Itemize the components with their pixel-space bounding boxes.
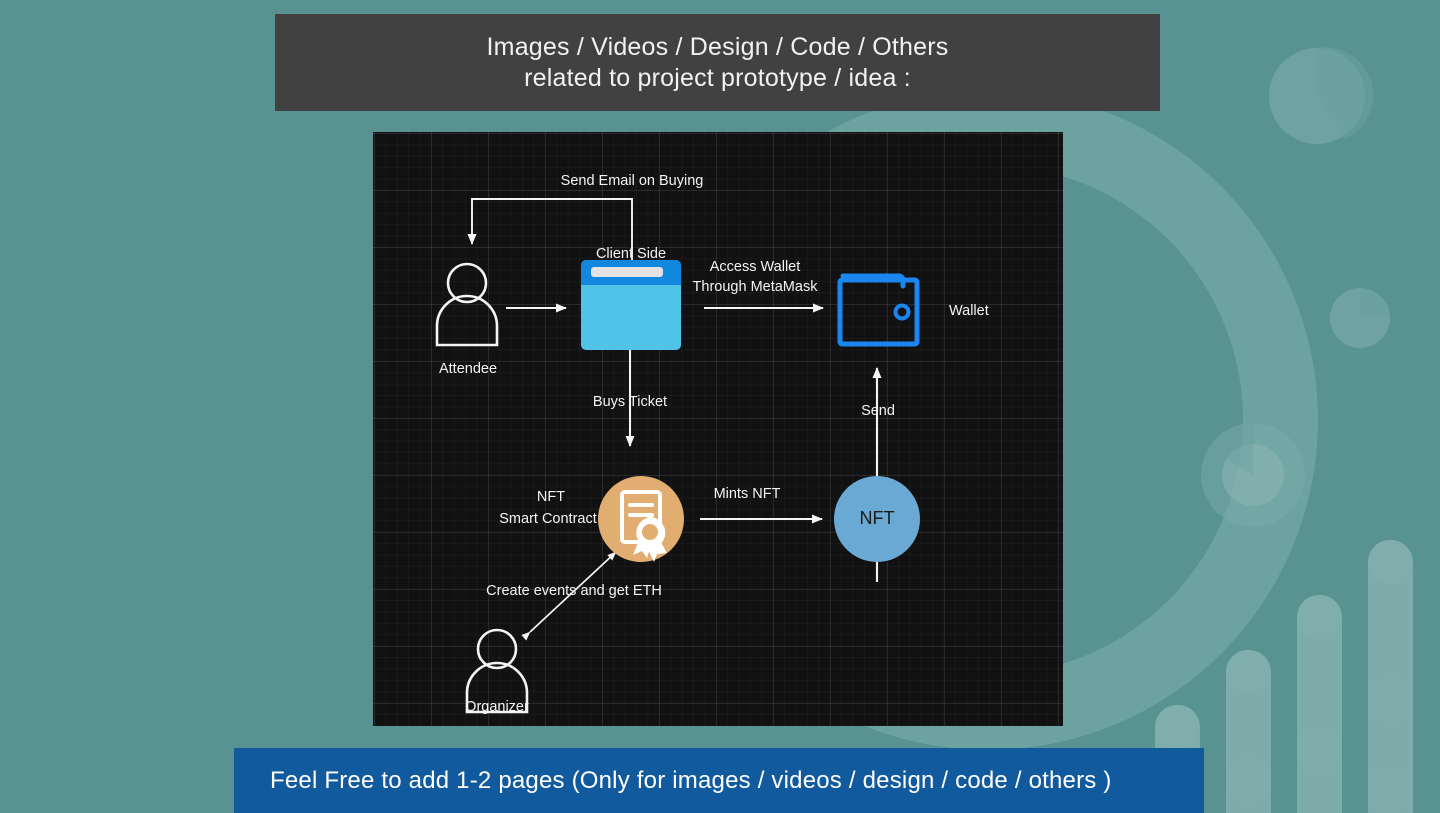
edge-label-send-email: Send Email on Buying xyxy=(560,173,704,189)
header-banner: Images / Videos / Design / Code / Others… xyxy=(275,14,1160,111)
node-label-smart-contract-line-1: NFT xyxy=(536,489,566,505)
header-line-2: related to project prototype / idea : xyxy=(524,63,911,92)
node-label-client-side: Client Side xyxy=(595,246,667,262)
footer-banner: Feel Free to add 1-2 pages (Only for ima… xyxy=(234,748,1204,813)
node-label-wallet: Wallet xyxy=(949,303,989,319)
footer-text: Feel Free to add 1-2 pages (Only for ima… xyxy=(270,766,1112,794)
node-label-nft: NFT xyxy=(859,508,895,528)
decor-donut xyxy=(1201,423,1305,527)
certificate-icon xyxy=(598,476,684,562)
edge-label-create-events: Create events and get ETH xyxy=(486,583,662,599)
wallet-icon xyxy=(837,273,920,347)
architecture-diagram: Send Email on Buying Attendee Client Sid… xyxy=(373,132,1063,726)
node-label-attendee: Attendee xyxy=(438,361,498,377)
header-line-1: Images / Videos / Design / Code / Others xyxy=(486,32,949,61)
node-label-smart-contract-line-2: Smart Contract xyxy=(499,511,597,527)
edge-label-mints-nft: Mints NFT xyxy=(713,486,781,502)
person-icon xyxy=(435,262,499,347)
edge-label-access-wallet-line-2: Through MetaMask xyxy=(692,279,818,295)
browser-window-icon xyxy=(581,260,681,350)
decor-pie-circle-large xyxy=(1269,47,1374,144)
decor-pie-circle-small xyxy=(1330,288,1390,348)
edge-label-access-wallet-line-1: Access Wallet xyxy=(709,259,801,275)
edge-label-send: Send xyxy=(861,403,895,419)
edge-label-buys-ticket: Buys Ticket xyxy=(592,394,668,410)
node-label-organizer: Organizer xyxy=(465,699,529,715)
diagram-graphics xyxy=(435,198,920,714)
